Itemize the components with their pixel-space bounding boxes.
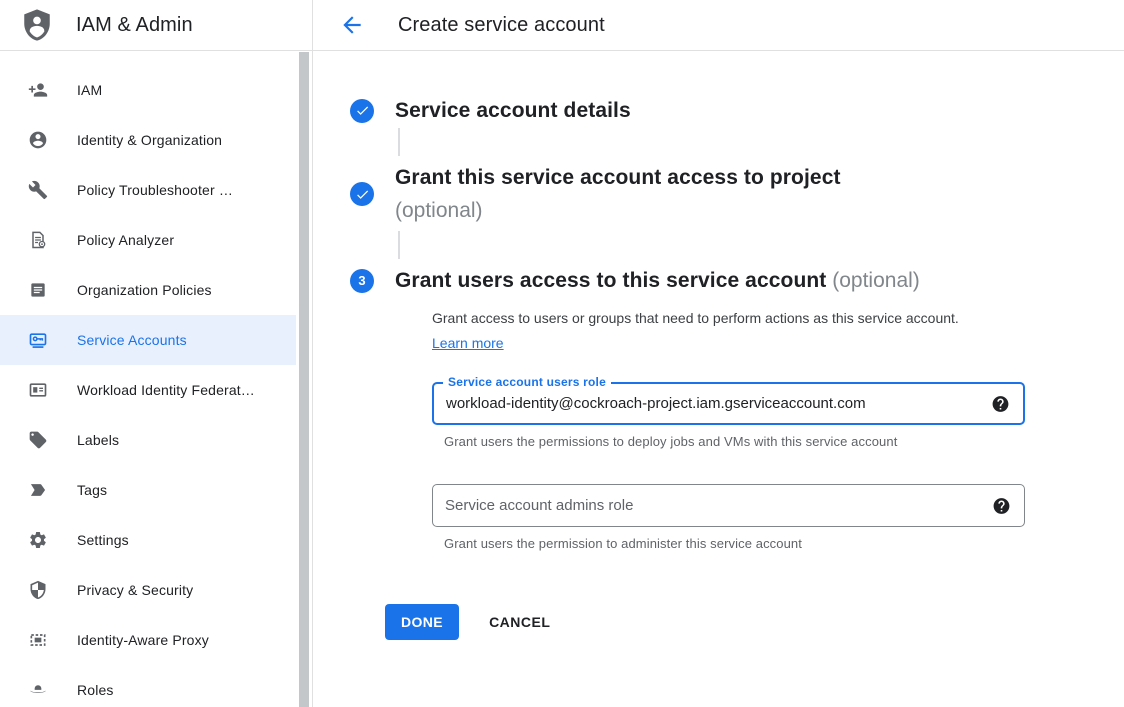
sidebar-item-service-accounts[interactable]: Service Accounts [0, 315, 296, 365]
step-2-title: Grant this service account access to pro… [395, 161, 841, 194]
sidebar-item-policy-analyzer[interactable]: Policy Analyzer [0, 215, 296, 265]
users-role-field-container: Service account users role [432, 382, 1025, 425]
iam-admin-app: IAM & Admin IAM Identity & Organization … [0, 0, 1124, 707]
help-icon[interactable] [992, 496, 1011, 515]
sidebar-nav: IAM Identity & Organization Policy Troub… [0, 51, 312, 707]
step-3-title: Grant users access to this service accou… [395, 269, 826, 292]
users-role-input[interactable] [434, 384, 1023, 423]
admins-role-helper-text: Grant users the permission to administer… [444, 536, 1124, 551]
person-add-icon [28, 80, 48, 100]
sidebar: IAM & Admin IAM Identity & Organization … [0, 0, 313, 707]
step-3-number-badge: 3 [350, 269, 374, 293]
step-2-optional-label: (optional) [395, 194, 841, 227]
sidebar-item-privacy-security[interactable]: Privacy & Security [0, 565, 296, 615]
done-button[interactable]: DONE [385, 604, 459, 640]
hat-icon [28, 680, 48, 700]
form-actions: DONE CANCEL [385, 604, 1124, 640]
main-panel: Create service account Service account d… [313, 0, 1124, 707]
app-title: IAM & Admin [76, 14, 193, 37]
step-connector [398, 231, 400, 259]
sidebar-item-label: Roles [77, 682, 114, 698]
step-3-optional-label: (optional) [832, 269, 920, 292]
sidebar-item-label: IAM [77, 82, 102, 98]
sidebar-item-label: Service Accounts [77, 332, 187, 348]
policy-analyzer-icon [28, 230, 48, 250]
tag-arrow-icon [28, 480, 48, 500]
step-2-row: Grant this service account access to pro… [350, 161, 1124, 227]
step-connector [398, 128, 400, 156]
sidebar-item-tags[interactable]: Tags [0, 465, 296, 515]
sidebar-item-labels[interactable]: Labels [0, 415, 296, 465]
sidebar-item-label: Organization Policies [77, 282, 212, 298]
back-arrow-icon[interactable] [339, 12, 365, 38]
iam-shield-logo-icon [20, 8, 54, 42]
iap-icon [28, 630, 48, 650]
sidebar-item-label: Identity & Organization [77, 132, 222, 148]
gear-icon [28, 530, 48, 550]
step-1-row: Service account details [350, 97, 1124, 124]
sidebar-item-settings[interactable]: Settings [0, 515, 296, 565]
service-account-icon [28, 330, 48, 350]
cancel-button[interactable]: CANCEL [489, 614, 550, 630]
sidebar-item-organization-policies[interactable]: Organization Policies [0, 265, 296, 315]
sidebar-item-policy-troubleshooter[interactable]: Policy Troubleshooter … [0, 165, 296, 215]
sidebar-item-label: Settings [77, 532, 129, 548]
org-policies-icon [28, 280, 48, 300]
sidebar-item-label: Policy Analyzer [77, 232, 174, 248]
page-title: Create service account [398, 14, 605, 37]
step-3-description: Grant access to users or groups that nee… [432, 306, 984, 356]
workload-identity-icon [28, 380, 48, 400]
wrench-icon [28, 180, 48, 200]
admins-role-field-container [432, 484, 1025, 527]
account-circle-icon [28, 130, 48, 150]
users-role-field-label: Service account users role [443, 375, 611, 389]
step-1-check-icon [350, 99, 374, 123]
sidebar-item-iam[interactable]: IAM [0, 65, 296, 115]
sidebar-header: IAM & Admin [0, 0, 312, 51]
step-3-row: 3 Grant users access to this service acc… [350, 267, 1124, 294]
users-role-helper-text: Grant users the permissions to deploy jo… [444, 434, 1124, 449]
admins-role-input[interactable] [433, 485, 1024, 526]
step-1-title: Service account details [395, 99, 631, 122]
label-icon [28, 430, 48, 450]
sidebar-item-identity-aware-proxy[interactable]: Identity-Aware Proxy [0, 615, 296, 665]
sidebar-item-label: Labels [77, 432, 119, 448]
learn-more-link[interactable]: Learn more [432, 335, 504, 351]
shield-half-icon [28, 580, 48, 600]
sidebar-item-label: Identity-Aware Proxy [77, 632, 209, 648]
description-text: Grant access to users or groups that nee… [432, 310, 959, 326]
create-service-account-form: Service account details Grant this servi… [313, 51, 1124, 640]
main-header: Create service account [313, 0, 1124, 51]
sidebar-scrollbar[interactable] [299, 52, 309, 707]
sidebar-item-label: Policy Troubleshooter … [77, 182, 233, 198]
sidebar-item-label: Workload Identity Federat… [77, 382, 255, 398]
help-icon[interactable] [991, 394, 1010, 413]
sidebar-item-workload-identity-federation[interactable]: Workload Identity Federat… [0, 365, 296, 415]
sidebar-item-label: Privacy & Security [77, 582, 193, 598]
sidebar-item-identity-organization[interactable]: Identity & Organization [0, 115, 296, 165]
sidebar-item-label: Tags [77, 482, 107, 498]
step-2-check-icon [350, 182, 374, 206]
sidebar-item-roles[interactable]: Roles [0, 665, 296, 707]
